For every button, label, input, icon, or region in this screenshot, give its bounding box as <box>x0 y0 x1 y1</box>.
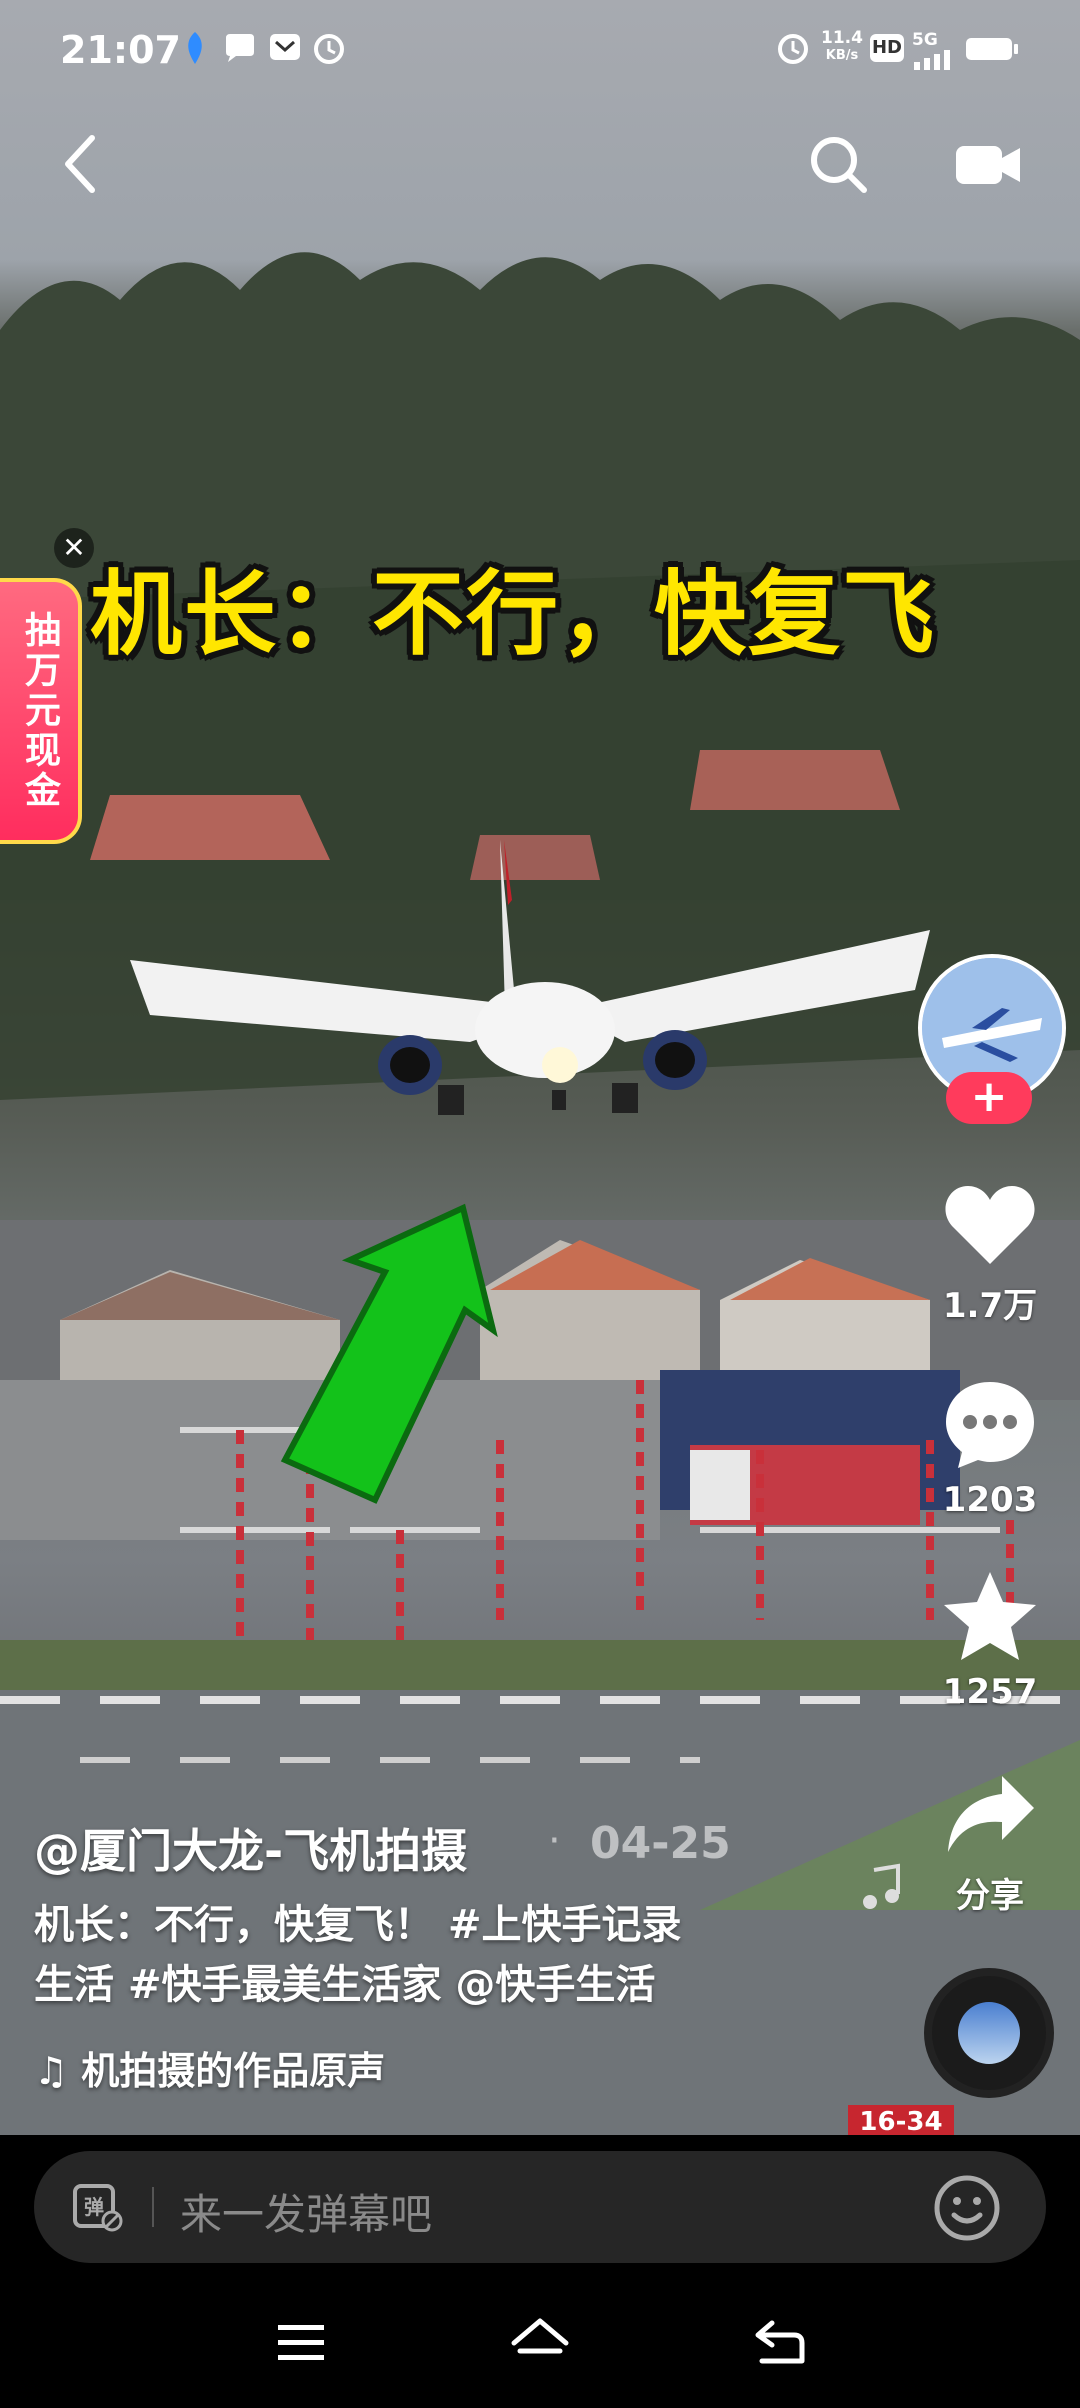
network-speed: 11.4 KB/s <box>821 28 863 64</box>
back-icon[interactable] <box>58 132 102 196</box>
emoji-icon[interactable] <box>932 2173 1002 2243</box>
bottom-area: 弹 来一发弹幕吧 <box>0 2135 1080 2408</box>
promo-close-button[interactable]: ✕ <box>54 528 94 568</box>
danmaku-input[interactable]: 弹 来一发弹幕吧 <box>34 2151 1046 2263</box>
hd-badge: HD <box>870 34 904 62</box>
music-disc-cover <box>958 2002 1020 2064</box>
signal-label: 5G <box>912 30 938 50</box>
share-label: 分享 <box>956 1876 1024 1916</box>
share-button[interactable]: 分享 <box>930 1770 1050 1917</box>
favorite-button[interactable]: 1257 <box>930 1568 1050 1712</box>
alarm-icon <box>314 34 344 64</box>
alarm-status-icon <box>778 34 808 64</box>
back-nav-icon[interactable] <box>752 2317 808 2367</box>
like-button[interactable]: 1.7万 <box>930 1180 1050 1327</box>
search-icon[interactable] <box>806 132 870 196</box>
menu-icon[interactable] <box>276 2321 326 2365</box>
app-notification-icon <box>188 32 202 64</box>
mention-link[interactable]: @快手生活 <box>455 1962 655 2008</box>
promo-banner[interactable]: 抽万元现金 <box>0 578 82 844</box>
comment-button[interactable]: 1203 <box>930 1376 1050 1520</box>
post-caption: 机长：不行，快复飞！ #上快手记录 生活 #快手最美生活家 @快手生活 <box>34 1895 774 2015</box>
svg-text:弹: 弹 <box>84 2195 104 2219</box>
promo-label: 抽万元现金 <box>19 611 60 811</box>
music-info[interactable]: ♫ 机拍摄的作品原声 <box>34 2040 385 2095</box>
comment-icon <box>946 1382 1034 1468</box>
hashtag-1-line2[interactable]: 生活 <box>34 1962 114 2008</box>
favorite-count: 1257 <box>942 1672 1038 1712</box>
like-count: 1.7万 <box>942 1286 1038 1326</box>
meta-separator: · <box>548 1818 561 1864</box>
runway-sign: 16-34 <box>859 2107 942 2135</box>
comment-count: 1203 <box>942 1480 1038 1520</box>
home-icon[interactable] <box>508 2315 572 2369</box>
status-bar: 21:07 11.4 KB/s HD 5G <box>0 0 1080 100</box>
signal-icon <box>914 50 950 70</box>
mail-icon <box>270 34 300 60</box>
star-icon <box>944 1572 1036 1660</box>
heart-icon <box>945 1186 1035 1264</box>
caption-text: 机长：不行，快复飞！ <box>34 1902 434 1948</box>
hashtag-2[interactable]: #快手最美生活家 <box>128 1962 442 2008</box>
camera-icon[interactable] <box>954 138 1024 190</box>
input-separator <box>152 2187 154 2227</box>
status-time: 21:07 <box>60 28 181 72</box>
battery-icon <box>966 38 1018 60</box>
video-headline: 机长：不行，快复飞 <box>90 561 937 668</box>
music-disc[interactable] <box>924 1968 1054 2098</box>
music-note-icon <box>863 1863 900 1909</box>
share-icon <box>948 1776 1034 1852</box>
post-date: 04-25 <box>590 1818 731 1869</box>
author-name[interactable]: @厦门大龙-飞机拍摄 <box>34 1815 467 1881</box>
message-icon <box>226 34 254 62</box>
hashtag-1[interactable]: #上快手记录 <box>448 1902 682 1948</box>
danmaku-placeholder: 来一发弹幕吧 <box>180 2190 433 2239</box>
danmaku-icon[interactable]: 弹 <box>72 2183 126 2233</box>
follow-button[interactable]: + <box>946 1072 1032 1124</box>
